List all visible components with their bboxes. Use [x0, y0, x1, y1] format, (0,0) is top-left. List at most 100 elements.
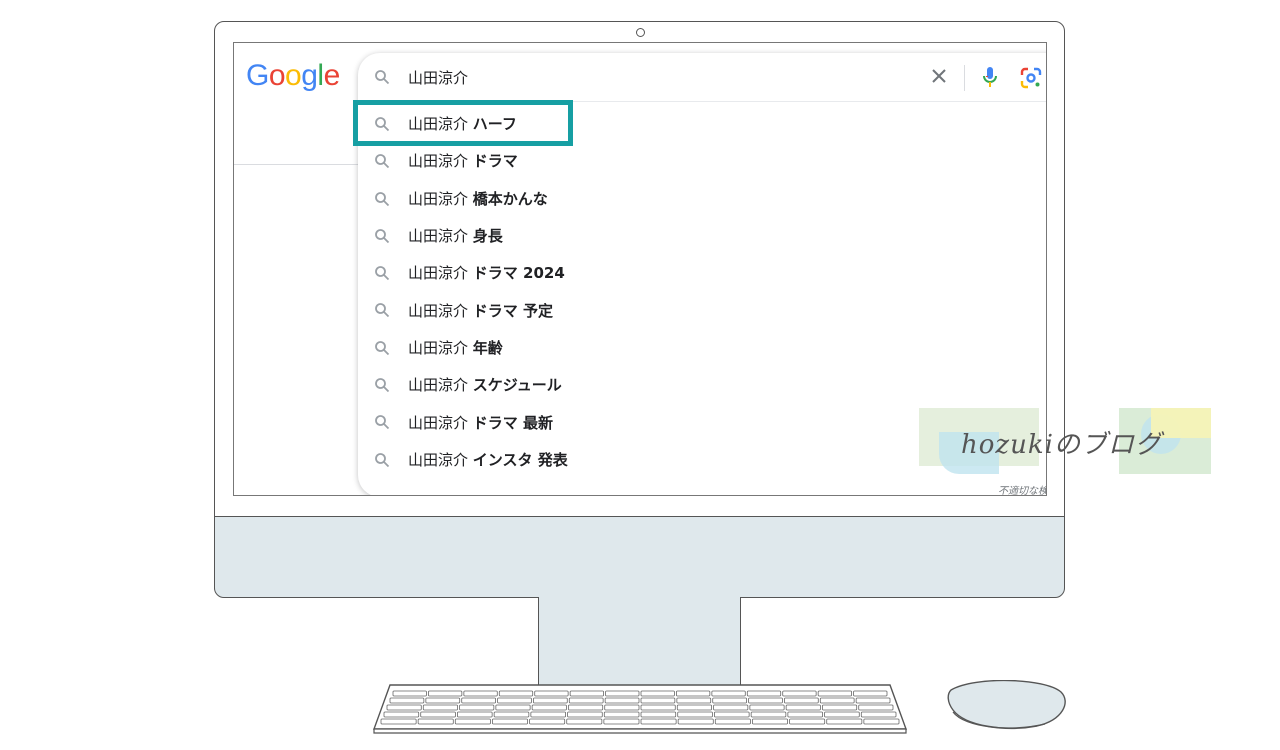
search-icon: [374, 414, 390, 430]
suggestion-suffix: 年齢: [472, 338, 503, 357]
suggestion-item[interactable]: 山田涼介 スケジュール: [358, 366, 1046, 403]
search-input[interactable]: 山田涼介: [408, 67, 468, 88]
search-icon: [374, 191, 390, 207]
keyboard-key: [782, 690, 817, 697]
microphone-icon[interactable]: [982, 65, 998, 89]
keyboard-key: [677, 711, 713, 718]
suggestion-item[interactable]: 山田涼介 ドラマ 予定: [358, 291, 1046, 328]
google-logo[interactable]: Google: [246, 59, 340, 93]
keyboard-key: [676, 704, 712, 711]
suggestion-item[interactable]: 山田涼介 橋本かんな: [358, 180, 1046, 217]
suggestion-text: 山田涼介 ドラマ 最新: [408, 412, 553, 433]
report-inappropriate-link[interactable]: 不適切な検索候補: [998, 482, 1046, 495]
clear-icon[interactable]: [930, 67, 948, 85]
logo-letter: e: [323, 59, 341, 92]
suggestion-item[interactable]: 山田涼介 ドラマ: [358, 142, 1046, 179]
suggestion-suffix: スケジュール: [472, 376, 562, 395]
suggestion-prefix: 山田涼介: [408, 264, 473, 283]
keyboard-key: [495, 704, 531, 711]
keyboard-key: [498, 690, 534, 697]
divider: [234, 164, 364, 165]
keyboard-key: [714, 711, 750, 718]
keyboard-key: [746, 690, 782, 697]
suggestion-suffix: 橋本かんな: [472, 189, 548, 208]
keyboard-key: [787, 711, 823, 718]
keyboard-key: [380, 718, 417, 725]
suggestion-prefix: 山田涼介: [408, 301, 473, 320]
suggestion-text: 山田涼介 身長: [408, 225, 503, 246]
search-icon: [374, 69, 390, 85]
keyboard-key: [785, 704, 821, 711]
keyboard-key: [461, 697, 496, 704]
keyboard-key: [824, 711, 860, 718]
keyboard-key: [605, 690, 640, 697]
keyboard-key: [640, 690, 675, 697]
keyboard-key: [457, 711, 493, 718]
keyboard-key: [497, 697, 532, 704]
keyboard-key: [492, 718, 528, 725]
google-lens-icon[interactable]: [1020, 67, 1042, 89]
search-icon: [374, 302, 390, 318]
keyboard-key: [428, 690, 463, 697]
suggestion-text: 山田涼介 スケジュール: [408, 374, 562, 395]
logo-letter: g: [301, 59, 318, 92]
suggestion-prefix: 山田涼介: [408, 450, 473, 469]
search-icon: [374, 265, 390, 281]
keyboard-key: [568, 697, 604, 704]
suggestion-item[interactable]: 山田涼介 身長: [358, 217, 1046, 254]
logo-letter: o: [268, 59, 286, 92]
keyboard-key: [858, 704, 894, 711]
keyboard-key: [640, 704, 676, 711]
keyboard-key: [463, 690, 498, 697]
keyboard-key: [534, 690, 569, 697]
keyboard-key: [640, 711, 677, 718]
search-box[interactable]: 山田涼介: [358, 53, 1046, 102]
keyboard-key: [713, 704, 749, 711]
keyboard-key: [389, 697, 425, 704]
suggestion-prefix: 山田涼介: [408, 413, 473, 432]
suggestion-suffix: 身長: [472, 227, 503, 246]
keyboard-key: [826, 718, 863, 725]
suggestion-suffix: ドラマ: [472, 152, 518, 171]
keyboard-key: [817, 690, 852, 697]
camera-icon: [636, 28, 645, 37]
keyboard-key: [853, 690, 888, 697]
keyboard-key: [383, 711, 420, 718]
suggestion-prefix: 山田涼介: [408, 189, 473, 208]
keyboard-key: [819, 697, 855, 704]
keyboard-key: [750, 711, 787, 718]
keyboard-key: [784, 697, 819, 704]
suggestion-suffix: ドラマ 予定: [472, 301, 554, 320]
highlight-box: [353, 100, 573, 146]
suggestion-text: 山田涼介 ドラマ: [408, 150, 518, 171]
keyboard-key: [752, 718, 788, 725]
keyboard-key: [712, 697, 747, 704]
search-icon: [374, 377, 390, 393]
divider: [964, 65, 965, 91]
keyboard-key: [748, 697, 783, 704]
suggestion-suffix: ドラマ 2024: [472, 264, 565, 283]
search-icon: [374, 228, 390, 244]
search-icon: [374, 153, 390, 169]
search-icon: [374, 452, 390, 468]
suggestion-suffix: インスタ 発表: [472, 450, 568, 469]
monitor-chin: [214, 516, 1065, 598]
keyboard-key: [822, 704, 858, 711]
suggestion-item[interactable]: 山田涼介 年齢: [358, 329, 1046, 366]
keyboard-key: [417, 718, 454, 725]
keyboard-key: [860, 711, 897, 718]
suggestion-text: 山田涼介 インスタ 発表: [408, 449, 568, 470]
keyboard-key: [640, 718, 677, 725]
logo-letter: G: [246, 59, 269, 92]
keyboard-key: [789, 718, 826, 725]
keyboard-key: [533, 697, 568, 704]
suggestion-item[interactable]: 山田涼介 ドラマ 2024: [358, 254, 1046, 291]
keyboard-key: [386, 704, 422, 711]
suggestion-prefix: 山田涼介: [408, 152, 473, 171]
keyboard-icon: [373, 684, 907, 734]
keyboard-key: [493, 711, 530, 718]
keyboard-key: [531, 704, 567, 711]
keyboard-key: [569, 690, 604, 697]
keyboard-key: [855, 697, 891, 704]
blog-watermark: hozukiのブログ: [919, 408, 1211, 474]
